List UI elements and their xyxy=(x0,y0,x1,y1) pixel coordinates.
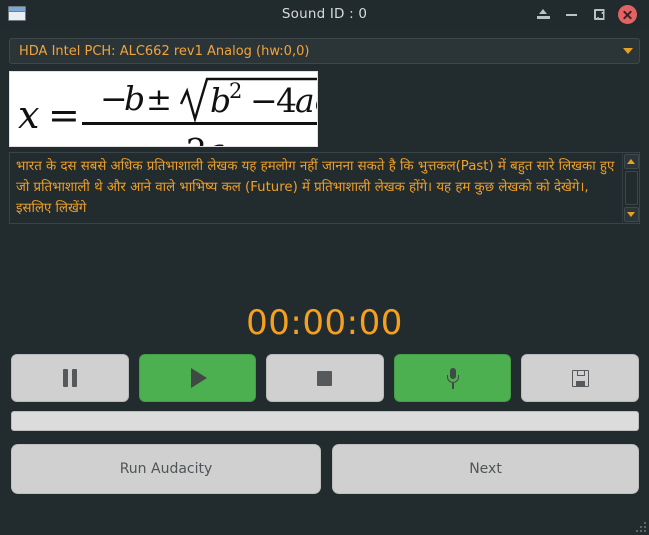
stop-icon xyxy=(317,370,333,386)
next-button[interactable]: Next xyxy=(332,444,639,494)
minimize-icon xyxy=(565,13,577,16)
prompt-textarea[interactable]: भारत के दस सबसे अधिक प्रतिभाशाली लेखक यह… xyxy=(9,152,640,224)
play-icon xyxy=(190,368,207,388)
audio-device-select[interactable]: HDA Intel PCH: ALC662 rev1 Analog (hw:0,… xyxy=(9,38,640,64)
maximize-button[interactable] xyxy=(585,0,613,29)
svg-text:ac: ac xyxy=(295,81,318,120)
play-button[interactable] xyxy=(138,354,257,402)
recording-timer: 00:00:00 xyxy=(246,303,403,343)
formula-image-panel: x = − b ± b 2 − 4 ac 2 a xyxy=(9,71,318,147)
svg-text:a: a xyxy=(206,131,226,147)
quadratic-formula-graphic: x = − b ± b 2 − 4 ac 2 a xyxy=(18,77,318,147)
transport-controls xyxy=(11,354,639,402)
action-buttons: Run Audacity Next xyxy=(11,444,639,494)
close-button[interactable] xyxy=(613,0,641,29)
application-window: Sound ID : 0 HDA Intel PCH: ALC662 rev1 … xyxy=(0,0,649,535)
save-button[interactable] xyxy=(521,354,639,402)
svg-text:±: ± xyxy=(146,82,172,118)
prompt-scrollbar[interactable] xyxy=(622,153,639,223)
maximize-icon xyxy=(594,9,605,20)
svg-text:−: − xyxy=(250,81,278,120)
minimize-button[interactable] xyxy=(557,0,585,29)
svg-text:4: 4 xyxy=(276,81,297,120)
prompt-text[interactable]: भारत के दस सबसे अधिक प्रतिभाशाली लेखक यह… xyxy=(10,153,622,223)
triangle-up-icon xyxy=(627,159,635,164)
title-bar: Sound ID : 0 xyxy=(0,0,649,29)
window-icon xyxy=(8,6,26,21)
audio-device-value: HDA Intel PCH: ALC662 rev1 Analog (hw:0,… xyxy=(19,43,310,59)
run-audacity-button[interactable]: Run Audacity xyxy=(11,444,321,494)
resize-grip[interactable] xyxy=(632,518,646,532)
svg-text:2: 2 xyxy=(186,131,207,147)
window-controls xyxy=(529,0,641,29)
scrollbar-track[interactable] xyxy=(624,171,638,205)
svg-text:2: 2 xyxy=(229,79,242,103)
pause-button[interactable] xyxy=(11,354,129,402)
stop-button[interactable] xyxy=(266,354,384,402)
svg-text:b: b xyxy=(210,81,231,120)
shade-icon xyxy=(536,9,550,20)
pause-icon xyxy=(62,369,77,387)
chevron-down-icon xyxy=(617,48,639,54)
scroll-up-button[interactable] xyxy=(623,154,639,169)
microphone-icon xyxy=(445,367,461,389)
svg-text:b: b xyxy=(124,79,145,118)
svg-text:=: = xyxy=(48,93,80,137)
shade-button[interactable] xyxy=(529,0,557,29)
close-icon xyxy=(617,5,637,24)
scroll-down-button[interactable] xyxy=(623,207,639,222)
svg-text:x: x xyxy=(18,93,39,137)
floppy-disk-icon xyxy=(571,369,589,387)
playback-progress-bar[interactable] xyxy=(11,411,639,431)
triangle-down-icon xyxy=(627,212,635,217)
record-button[interactable] xyxy=(393,354,512,402)
